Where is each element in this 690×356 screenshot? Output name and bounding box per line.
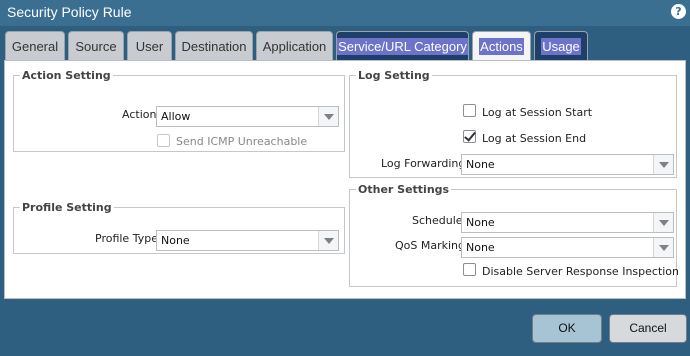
send-icmp-label: Send ICMP Unreachable — [176, 135, 308, 148]
disable-server-response-inspection-label: Disable Server Response Inspection — [482, 265, 680, 278]
chevron-down-icon — [653, 238, 673, 257]
log-session-start-checkbox[interactable] — [463, 104, 476, 117]
tab-bar: General Source User Destination Applicat… — [0, 31, 690, 62]
disable-server-response-inspection-checkbox[interactable] — [463, 263, 476, 276]
tab-usage[interactable]: Usage — [534, 31, 588, 61]
action-value: Allow — [161, 110, 191, 123]
help-icon[interactable]: ? — [671, 4, 686, 19]
tab-source[interactable]: Source — [68, 31, 124, 61]
other-settings-legend: Other Settings — [358, 183, 450, 196]
action-select[interactable]: Allow — [156, 106, 339, 127]
log-session-start-label: Log at Session Start — [482, 106, 593, 119]
profile-type-label: Profile Type — [95, 232, 158, 245]
send-icmp-checkbox[interactable] — [157, 134, 170, 147]
other-settings-group: Other Settings Schedule None QoS Marking… — [349, 183, 680, 287]
profile-type-value: None — [161, 234, 190, 247]
chevron-down-icon — [653, 155, 673, 174]
log-session-end-checkbox[interactable] — [463, 130, 476, 143]
tab-destination[interactable]: Destination — [175, 31, 253, 61]
tab-user[interactable]: User — [127, 31, 172, 61]
qos-marking-label: QoS Marking — [395, 239, 466, 252]
qos-marking-value: None — [466, 241, 495, 254]
chevron-down-icon — [318, 231, 338, 250]
log-forwarding-select[interactable]: None — [461, 154, 674, 175]
log-forwarding-value: None — [466, 158, 495, 171]
action-setting-legend: Action Setting — [22, 69, 111, 82]
tab-actions[interactable]: Actions — [472, 31, 531, 62]
action-label: Action — [122, 108, 157, 121]
log-forwarding-label: Log Forwarding — [381, 157, 466, 170]
schedule-value: None — [466, 216, 495, 229]
log-session-end-label: Log at Session End — [482, 132, 587, 145]
title-bar: Security Policy Rule ? — [0, 0, 690, 26]
schedule-label: Schedule — [412, 214, 463, 227]
profile-type-select[interactable]: None — [156, 230, 339, 251]
qos-marking-select[interactable]: None — [461, 237, 674, 258]
ok-button[interactable]: OK — [532, 314, 602, 343]
log-setting-legend: Log Setting — [358, 69, 430, 82]
tab-application[interactable]: Application — [256, 31, 333, 61]
action-setting-group: Action Setting Action Allow Send ICMP Un… — [13, 69, 345, 152]
actions-panel: Action Setting Action Allow Send ICMP Un… — [4, 60, 686, 299]
profile-setting-group: Profile Setting Profile Type None — [13, 201, 345, 254]
chevron-down-icon — [318, 107, 338, 126]
cancel-button[interactable]: Cancel — [609, 314, 687, 343]
tab-general[interactable]: General — [5, 31, 65, 61]
chevron-down-icon — [653, 213, 673, 232]
profile-setting-legend: Profile Setting — [22, 201, 112, 214]
window-title: Security Policy Rule — [7, 4, 132, 20]
log-setting-group: Log Setting Log at Session Start Log at … — [349, 69, 677, 178]
tab-service-url-category[interactable]: Service/URL Category — [336, 31, 469, 61]
schedule-select[interactable]: None — [461, 212, 674, 233]
